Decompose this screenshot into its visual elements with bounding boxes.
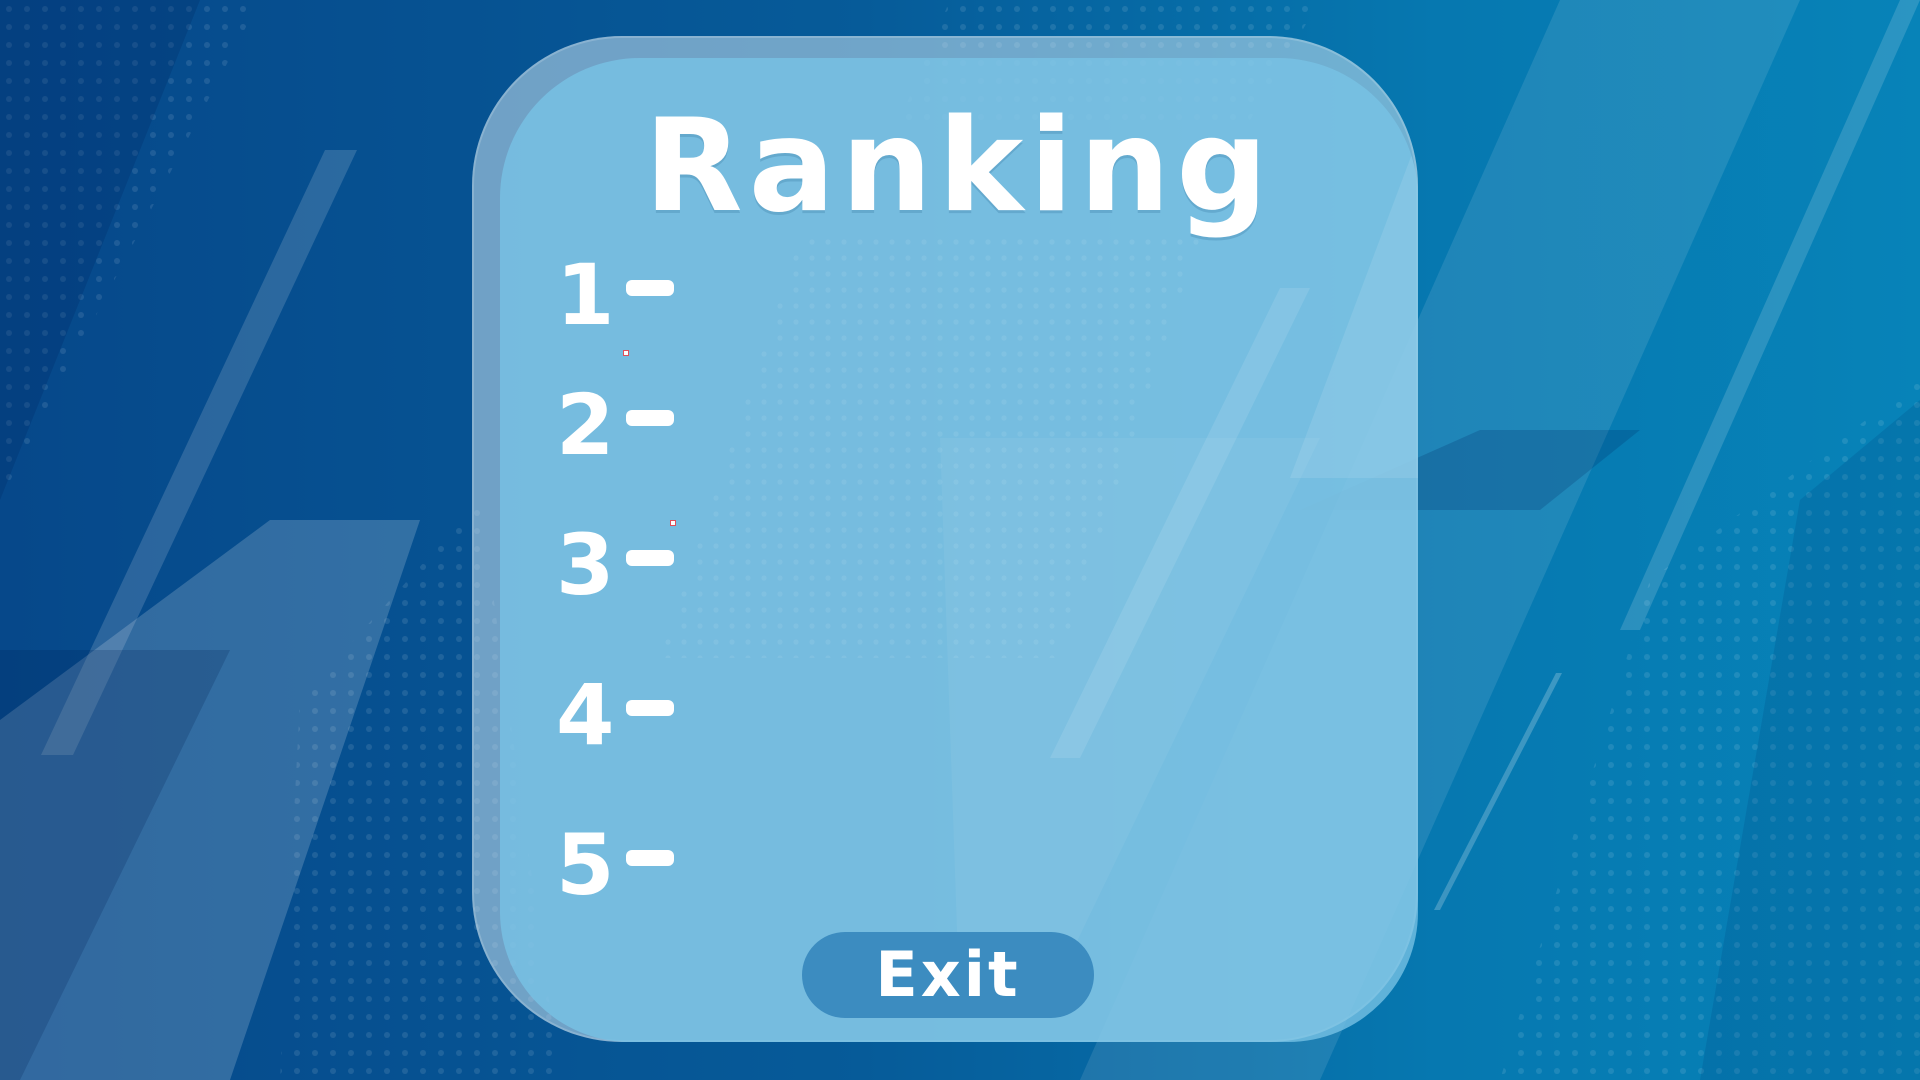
rank-number: 2 <box>556 376 617 474</box>
rank-dash <box>626 850 675 866</box>
rank-entry-anchor-1 <box>623 350 629 356</box>
rank-number: 3 <box>556 516 617 614</box>
rank-number: 4 <box>556 666 617 764</box>
rank-number: 5 <box>556 816 617 914</box>
rank-row-5: 5 <box>556 815 675 915</box>
rank-entry-anchor-2 <box>670 520 676 526</box>
rank-row-3: 3 <box>556 515 675 615</box>
exit-button[interactable]: Exit <box>802 932 1094 1018</box>
page-title: Ranking <box>644 92 1274 241</box>
rank-row-2: 2 <box>556 375 675 475</box>
rank-number: 1 <box>556 246 617 344</box>
rank-dash <box>626 550 675 566</box>
rank-dash <box>626 410 675 426</box>
rank-dash <box>626 700 675 716</box>
rank-row-4: 4 <box>556 665 675 765</box>
rank-row-1: 1 <box>556 245 675 345</box>
rank-dash <box>626 280 675 296</box>
